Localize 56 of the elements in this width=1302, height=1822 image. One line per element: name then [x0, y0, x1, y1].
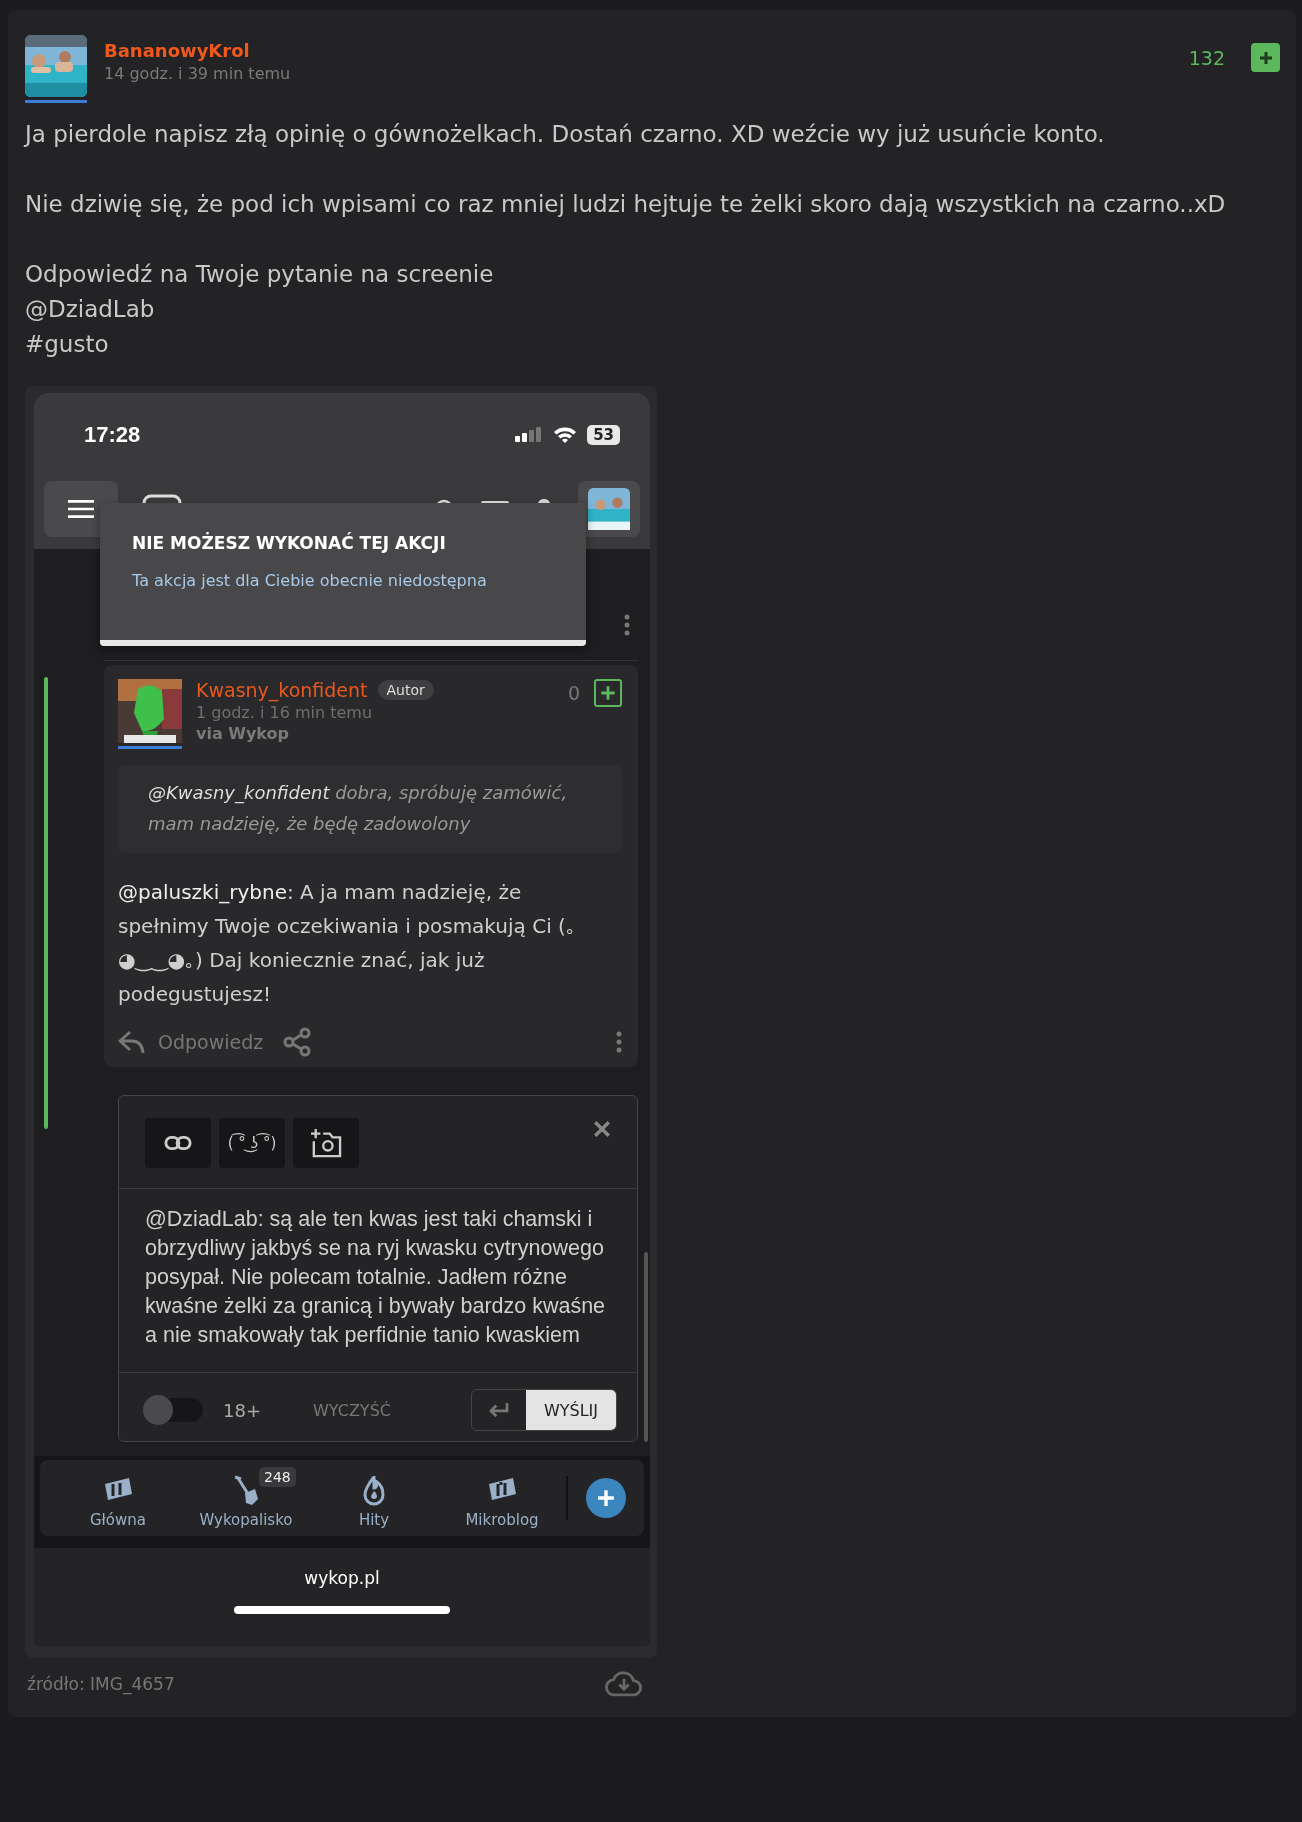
toggle-label: 18+	[223, 1399, 261, 1421]
signal-icon	[515, 427, 544, 443]
toast-title: NIE MOŻESZ WYKONAĆ TEJ AKCJI	[132, 533, 446, 553]
shovel-icon	[233, 1475, 259, 1507]
lenny-face-button[interactable]: ( ͡° ͜ʖ ͡°)	[219, 1118, 285, 1168]
mention-link[interactable]: @paluszki_rybne	[118, 880, 287, 904]
add-photo-button[interactable]	[293, 1118, 359, 1168]
post-text: #gusto	[25, 330, 110, 359]
comment-time: 1 godz. i 16 min temu	[196, 703, 373, 722]
flame-icon	[361, 1476, 387, 1506]
post-text: @DziadLab	[25, 295, 156, 324]
mention-link[interactable]: @Kwasny_konfident	[148, 782, 330, 803]
link-icon	[164, 1135, 192, 1151]
wifi-icon	[553, 426, 578, 444]
send-button[interactable]: WYŚLIJ	[525, 1390, 616, 1430]
enter-icon	[487, 1402, 510, 1418]
post-text: Nie dziwię się, że pod ich wpisami co raz mniej ludzi hejtuje te żelki skoro dają wszystkich na czarno..xD	[25, 190, 1227, 219]
image-source: źródło: IMG_4657	[27, 1673, 175, 1694]
comment-input[interactable]: @DziadLab: są ale ten kwas jest taki chamski i obrzydliwy jakbyś se na ryj kwasku cytrynowego posypał. Nie polecam totalnie. Jadłem różne kwaśne żelki za granicą i bywały bardzo kwaśne a nie smakowały tak perfidnie tanio kwaskiem	[119, 1189, 637, 1373]
link-button[interactable]	[145, 1118, 211, 1168]
battery-level: 53	[587, 425, 620, 445]
nav-tab[interactable]: Główna	[54, 1467, 182, 1529]
plus-icon	[599, 684, 617, 702]
address-bar[interactable]: wykop.pl	[304, 1568, 380, 1588]
camera-icon	[310, 1128, 342, 1158]
more-icon[interactable]	[624, 613, 630, 636]
add-button[interactable]	[586, 1478, 626, 1518]
scrollbar[interactable]	[644, 1252, 648, 1442]
username-link[interactable]: BananowyKrol	[104, 40, 291, 61]
plus-icon	[597, 1489, 615, 1507]
username-link[interactable]: Kwasny_konfident	[196, 679, 368, 701]
plus-icon	[1257, 49, 1274, 66]
nav-tab[interactable]: Hity	[310, 1467, 438, 1529]
vote-count: 0	[567, 682, 580, 704]
author-badge: Autor	[377, 680, 434, 700]
toast-message: Ta akcja jest dla Ciebie obecnie niedostępna	[132, 571, 487, 590]
count-badge: 248	[259, 1467, 296, 1487]
profile-button[interactable]	[578, 481, 640, 537]
adult-toggle[interactable]	[145, 1398, 203, 1422]
nav-tab[interactable]: 248 Wykopalisko	[182, 1467, 310, 1529]
status-time: 17:28	[84, 422, 141, 448]
post-text: Ja pierdole napisz złą opinię o gównożelkach. Dostań czarno. XD weźcie wy już usuńcie konto.	[25, 120, 1106, 149]
menu-icon	[68, 499, 94, 519]
upvote-button[interactable]	[594, 679, 622, 707]
more-icon[interactable]	[616, 1031, 622, 1053]
post-text: Odpowiedź na Twoje pytanie na screenie	[25, 260, 495, 289]
vote-count: 132	[1188, 46, 1225, 69]
reply-icon	[118, 1029, 146, 1055]
post-time: 14 godz. i 39 min temu	[104, 64, 291, 83]
cloud-download-icon[interactable]	[605, 1670, 643, 1697]
quoted-text: @Kwasny_konfident dobra, spróbuję zamówić, mam nadzieję, że będę zadowolony	[118, 765, 622, 853]
upvote-button[interactable]	[1251, 43, 1280, 72]
comment-source: via Wykop	[196, 724, 290, 743]
nav-tab[interactable]: Mikroblog	[438, 1467, 566, 1529]
comment-text: @paluszki_rybne: A ja mam nadzieję, że spełnimy Twoje oczekiwania i posmakują Ci (｡◕‿‿◕｡) Daj koniecznie znać, jak już podegustujesz!	[118, 879, 577, 1008]
close-icon[interactable]	[593, 1120, 611, 1138]
